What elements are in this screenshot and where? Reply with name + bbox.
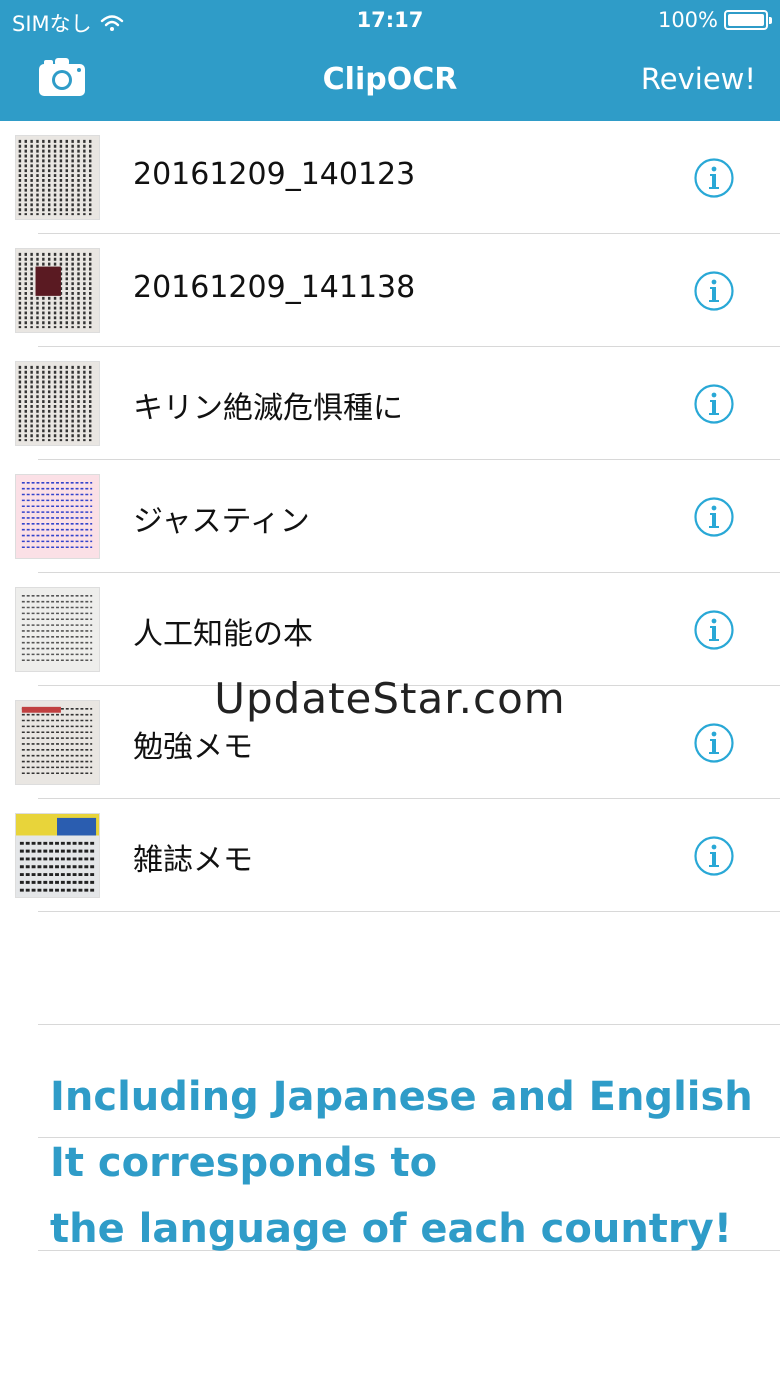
navigation-bar: ClipOCR Review! bbox=[0, 40, 780, 121]
clip-thumbnail bbox=[15, 474, 100, 559]
clip-title: 雑誌メモ bbox=[133, 843, 253, 878]
clip-title: 勉強メモ bbox=[133, 730, 253, 765]
status-bar: SIMなし 17:17 100% bbox=[0, 0, 780, 40]
list-item[interactable]: キリン絶滅危惧種に bbox=[0, 347, 780, 460]
promo-line-2: It corresponds to bbox=[50, 1140, 438, 1186]
watermark: UpdateStar.com bbox=[214, 674, 566, 723]
clip-title: 人工知能の本 bbox=[133, 617, 313, 652]
row-separator bbox=[38, 911, 780, 912]
info-icon[interactable] bbox=[694, 497, 734, 537]
clip-thumbnail bbox=[15, 361, 100, 446]
list-separator bbox=[38, 1137, 780, 1138]
clip-thumbnail bbox=[15, 813, 100, 898]
list-item[interactable]: ジャスティン bbox=[0, 460, 780, 573]
info-icon[interactable] bbox=[694, 158, 734, 198]
info-icon[interactable] bbox=[694, 271, 734, 311]
top-bar: SIMなし 17:17 100% ClipOCR Review! bbox=[0, 0, 780, 121]
list-separator bbox=[38, 1024, 780, 1025]
info-icon[interactable] bbox=[694, 610, 734, 650]
list-item[interactable]: 20161209_140123 bbox=[0, 121, 780, 234]
info-icon[interactable] bbox=[694, 723, 734, 763]
clip-list: 20161209_140123 20161209_141138 キリン絶滅危惧種にジ… bbox=[0, 121, 780, 912]
clip-thumbnail bbox=[15, 135, 100, 220]
info-icon[interactable] bbox=[694, 836, 734, 876]
clip-thumbnail bbox=[15, 248, 100, 333]
battery-group: 100% bbox=[657, 8, 772, 32]
battery-percent: 100% bbox=[657, 8, 718, 32]
clip-title: 20161209_141138 bbox=[133, 270, 416, 305]
clip-title: 20161209_140123 bbox=[133, 157, 416, 192]
list-item[interactable]: 20161209_141138 bbox=[0, 234, 780, 347]
review-button[interactable]: Review! bbox=[641, 62, 756, 96]
clip-thumbnail bbox=[15, 587, 100, 672]
list-item[interactable]: 人工知能の本 bbox=[0, 573, 780, 686]
promo-line-3: the language of each country! bbox=[50, 1206, 732, 1252]
battery-icon bbox=[724, 10, 772, 30]
list-item[interactable]: 雑誌メモ bbox=[0, 799, 780, 912]
clip-title: キリン絶滅危惧種に bbox=[133, 391, 403, 426]
clip-title: ジャスティン bbox=[133, 504, 310, 539]
promo-line-1: Including Japanese and English bbox=[50, 1074, 753, 1120]
info-icon[interactable] bbox=[694, 384, 734, 424]
